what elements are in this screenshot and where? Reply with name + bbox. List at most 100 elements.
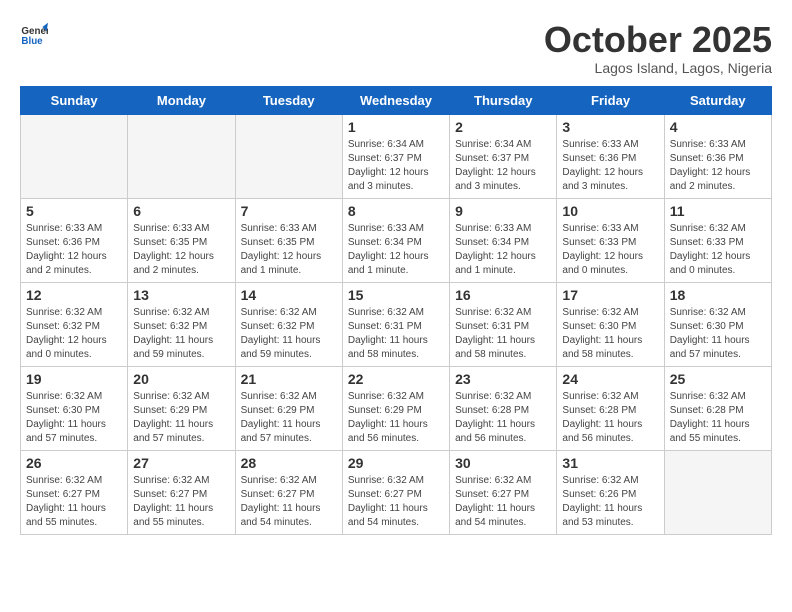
day-number: 13 <box>133 287 229 303</box>
cell-w1-d1 <box>21 114 128 198</box>
day-number: 21 <box>241 371 337 387</box>
day-info: Sunrise: 6:32 AM Sunset: 6:27 PM Dayligh… <box>241 474 337 530</box>
cell-w5-d4: 29 Sunrise: 6:32 AM Sunset: 6:27 PM Dayli… <box>342 450 449 534</box>
cell-w2-d1: 5 Sunrise: 6:33 AM Sunset: 6:36 PM Daylig… <box>21 198 128 282</box>
day-info: Sunrise: 6:32 AM Sunset: 6:32 PM Dayligh… <box>26 306 122 362</box>
cell-w1-d4: 1 Sunrise: 6:34 AM Sunset: 6:37 PM Daylig… <box>342 114 449 198</box>
day-info: Sunrise: 6:33 AM Sunset: 6:34 PM Dayligh… <box>348 222 444 278</box>
logo: General Blue <box>20 20 48 48</box>
day-number: 14 <box>241 287 337 303</box>
svg-text:Blue: Blue <box>21 36 43 47</box>
day-info: Sunrise: 6:32 AM Sunset: 6:31 PM Dayligh… <box>455 306 551 362</box>
day-number: 6 <box>133 203 229 219</box>
cell-w4-d4: 22 Sunrise: 6:32 AM Sunset: 6:29 PM Dayli… <box>342 366 449 450</box>
cell-w2-d3: 7Sunrise: 6:33 AM Sunset: 6:35 PM Daylig… <box>235 198 342 282</box>
day-info: Sunrise: 6:32 AM Sunset: 6:29 PM Dayligh… <box>241 390 337 446</box>
cell-w4-d5: 23 Sunrise: 6:32 AM Sunset: 6:28 PM Dayli… <box>450 366 557 450</box>
cell-w5-d7 <box>664 450 771 534</box>
cell-w3-d4: 15 Sunrise: 6:32 AM Sunset: 6:31 PM Dayli… <box>342 282 449 366</box>
header-friday: Friday <box>557 86 664 114</box>
day-info: Sunrise: 6:33 AM Sunset: 6:35 PM Dayligh… <box>133 222 229 278</box>
day-number: 31 <box>562 455 658 471</box>
day-info: Sunrise: 6:32 AM Sunset: 6:28 PM Dayligh… <box>455 390 551 446</box>
day-info: Sunrise: 6:32 AM Sunset: 6:27 PM Dayligh… <box>26 474 122 530</box>
day-info: Sunrise: 6:32 AM Sunset: 6:31 PM Dayligh… <box>348 306 444 362</box>
day-info: Sunrise: 6:32 AM Sunset: 6:30 PM Dayligh… <box>670 306 766 362</box>
logo-icon: General Blue <box>20 20 48 48</box>
day-info: Sunrise: 6:32 AM Sunset: 6:33 PM Dayligh… <box>670 222 766 278</box>
day-number: 10 <box>562 203 658 219</box>
day-number: 28 <box>241 455 337 471</box>
header-saturday: Saturday <box>664 86 771 114</box>
cell-w4-d3: 21 Sunrise: 6:32 AM Sunset: 6:29 PM Dayli… <box>235 366 342 450</box>
week-row-4: 19 Sunrise: 6:32 AM Sunset: 6:30 PM Dayli… <box>21 366 772 450</box>
day-number: 25 <box>670 371 766 387</box>
header-thursday: Thursday <box>450 86 557 114</box>
cell-w1-d6: 3Sunrise: 6:33 AM Sunset: 6:36 PM Daylig… <box>557 114 664 198</box>
day-info: Sunrise: 6:32 AM Sunset: 6:28 PM Dayligh… <box>670 390 766 446</box>
cell-w4-d6: 24 Sunrise: 6:32 AM Sunset: 6:28 PM Dayli… <box>557 366 664 450</box>
cell-w5-d5: 30 Sunrise: 6:32 AM Sunset: 6:27 PM Dayli… <box>450 450 557 534</box>
day-number: 19 <box>26 371 122 387</box>
cell-w3-d2: 13Sunrise: 6:32 AM Sunset: 6:32 PM Dayli… <box>128 282 235 366</box>
cell-w5-d1: 26 Sunrise: 6:32 AM Sunset: 6:27 PM Dayli… <box>21 450 128 534</box>
day-number: 12 <box>26 287 122 303</box>
day-number: 17 <box>562 287 658 303</box>
day-info: Sunrise: 6:33 AM Sunset: 6:36 PM Dayligh… <box>670 138 766 194</box>
cell-w1-d7: 4 Sunrise: 6:33 AM Sunset: 6:36 PM Daylig… <box>664 114 771 198</box>
day-number: 4 <box>670 119 766 135</box>
day-info: Sunrise: 6:32 AM Sunset: 6:29 PM Dayligh… <box>133 390 229 446</box>
day-number: 26 <box>26 455 122 471</box>
day-number: 30 <box>455 455 551 471</box>
header-row: Sunday Monday Tuesday Wednesday Thursday… <box>21 86 772 114</box>
day-number: 11 <box>670 203 766 219</box>
header-tuesday: Tuesday <box>235 86 342 114</box>
header-monday: Monday <box>128 86 235 114</box>
location-subtitle: Lagos Island, Lagos, Nigeria <box>544 60 772 76</box>
day-info: Sunrise: 6:33 AM Sunset: 6:36 PM Dayligh… <box>26 222 122 278</box>
day-info: Sunrise: 6:32 AM Sunset: 6:32 PM Dayligh… <box>241 306 337 362</box>
week-row-2: 5 Sunrise: 6:33 AM Sunset: 6:36 PM Daylig… <box>21 198 772 282</box>
day-number: 9 <box>455 203 551 219</box>
cell-w4-d2: 20 Sunrise: 6:32 AM Sunset: 6:29 PM Dayli… <box>128 366 235 450</box>
day-number: 1 <box>348 119 444 135</box>
page-header: General Blue October 2025 Lagos Island, … <box>20 20 772 76</box>
day-info: Sunrise: 6:33 AM Sunset: 6:33 PM Dayligh… <box>562 222 658 278</box>
day-info: Sunrise: 6:34 AM Sunset: 6:37 PM Dayligh… <box>348 138 444 194</box>
day-number: 22 <box>348 371 444 387</box>
cell-w2-d4: 8Sunrise: 6:33 AM Sunset: 6:34 PM Daylig… <box>342 198 449 282</box>
cell-w4-d1: 19 Sunrise: 6:32 AM Sunset: 6:30 PM Dayli… <box>21 366 128 450</box>
day-number: 18 <box>670 287 766 303</box>
day-number: 20 <box>133 371 229 387</box>
cell-w3-d3: 14 Sunrise: 6:32 AM Sunset: 6:32 PM Dayli… <box>235 282 342 366</box>
week-row-3: 12 Sunrise: 6:32 AM Sunset: 6:32 PM Dayli… <box>21 282 772 366</box>
header-sunday: Sunday <box>21 86 128 114</box>
day-number: 23 <box>455 371 551 387</box>
day-info: Sunrise: 6:32 AM Sunset: 6:30 PM Dayligh… <box>26 390 122 446</box>
cell-w5-d6: 31Sunrise: 6:32 AM Sunset: 6:26 PM Dayli… <box>557 450 664 534</box>
day-info: Sunrise: 6:33 AM Sunset: 6:36 PM Dayligh… <box>562 138 658 194</box>
cell-w3-d1: 12 Sunrise: 6:32 AM Sunset: 6:32 PM Dayli… <box>21 282 128 366</box>
month-title: October 2025 <box>544 20 772 60</box>
day-number: 15 <box>348 287 444 303</box>
cell-w4-d7: 25 Sunrise: 6:32 AM Sunset: 6:28 PM Dayli… <box>664 366 771 450</box>
cell-w3-d5: 16Sunrise: 6:32 AM Sunset: 6:31 PM Dayli… <box>450 282 557 366</box>
day-number: 24 <box>562 371 658 387</box>
day-number: 5 <box>26 203 122 219</box>
day-info: Sunrise: 6:32 AM Sunset: 6:27 PM Dayligh… <box>455 474 551 530</box>
week-row-1: 1 Sunrise: 6:34 AM Sunset: 6:37 PM Daylig… <box>21 114 772 198</box>
day-number: 29 <box>348 455 444 471</box>
cell-w5-d2: 27Sunrise: 6:32 AM Sunset: 6:27 PM Dayli… <box>128 450 235 534</box>
cell-w1-d2 <box>128 114 235 198</box>
cell-w2-d2: 6 Sunrise: 6:33 AM Sunset: 6:35 PM Daylig… <box>128 198 235 282</box>
day-info: Sunrise: 6:32 AM Sunset: 6:28 PM Dayligh… <box>562 390 658 446</box>
cell-w2-d7: 11 Sunrise: 6:32 AM Sunset: 6:33 PM Dayli… <box>664 198 771 282</box>
cell-w3-d7: 18 Sunrise: 6:32 AM Sunset: 6:30 PM Dayli… <box>664 282 771 366</box>
day-info: Sunrise: 6:33 AM Sunset: 6:34 PM Dayligh… <box>455 222 551 278</box>
header-wednesday: Wednesday <box>342 86 449 114</box>
cell-w1-d5: 2Sunrise: 6:34 AM Sunset: 6:37 PM Daylig… <box>450 114 557 198</box>
day-number: 2 <box>455 119 551 135</box>
day-info: Sunrise: 6:32 AM Sunset: 6:30 PM Dayligh… <box>562 306 658 362</box>
day-info: Sunrise: 6:32 AM Sunset: 6:29 PM Dayligh… <box>348 390 444 446</box>
day-info: Sunrise: 6:32 AM Sunset: 6:27 PM Dayligh… <box>348 474 444 530</box>
